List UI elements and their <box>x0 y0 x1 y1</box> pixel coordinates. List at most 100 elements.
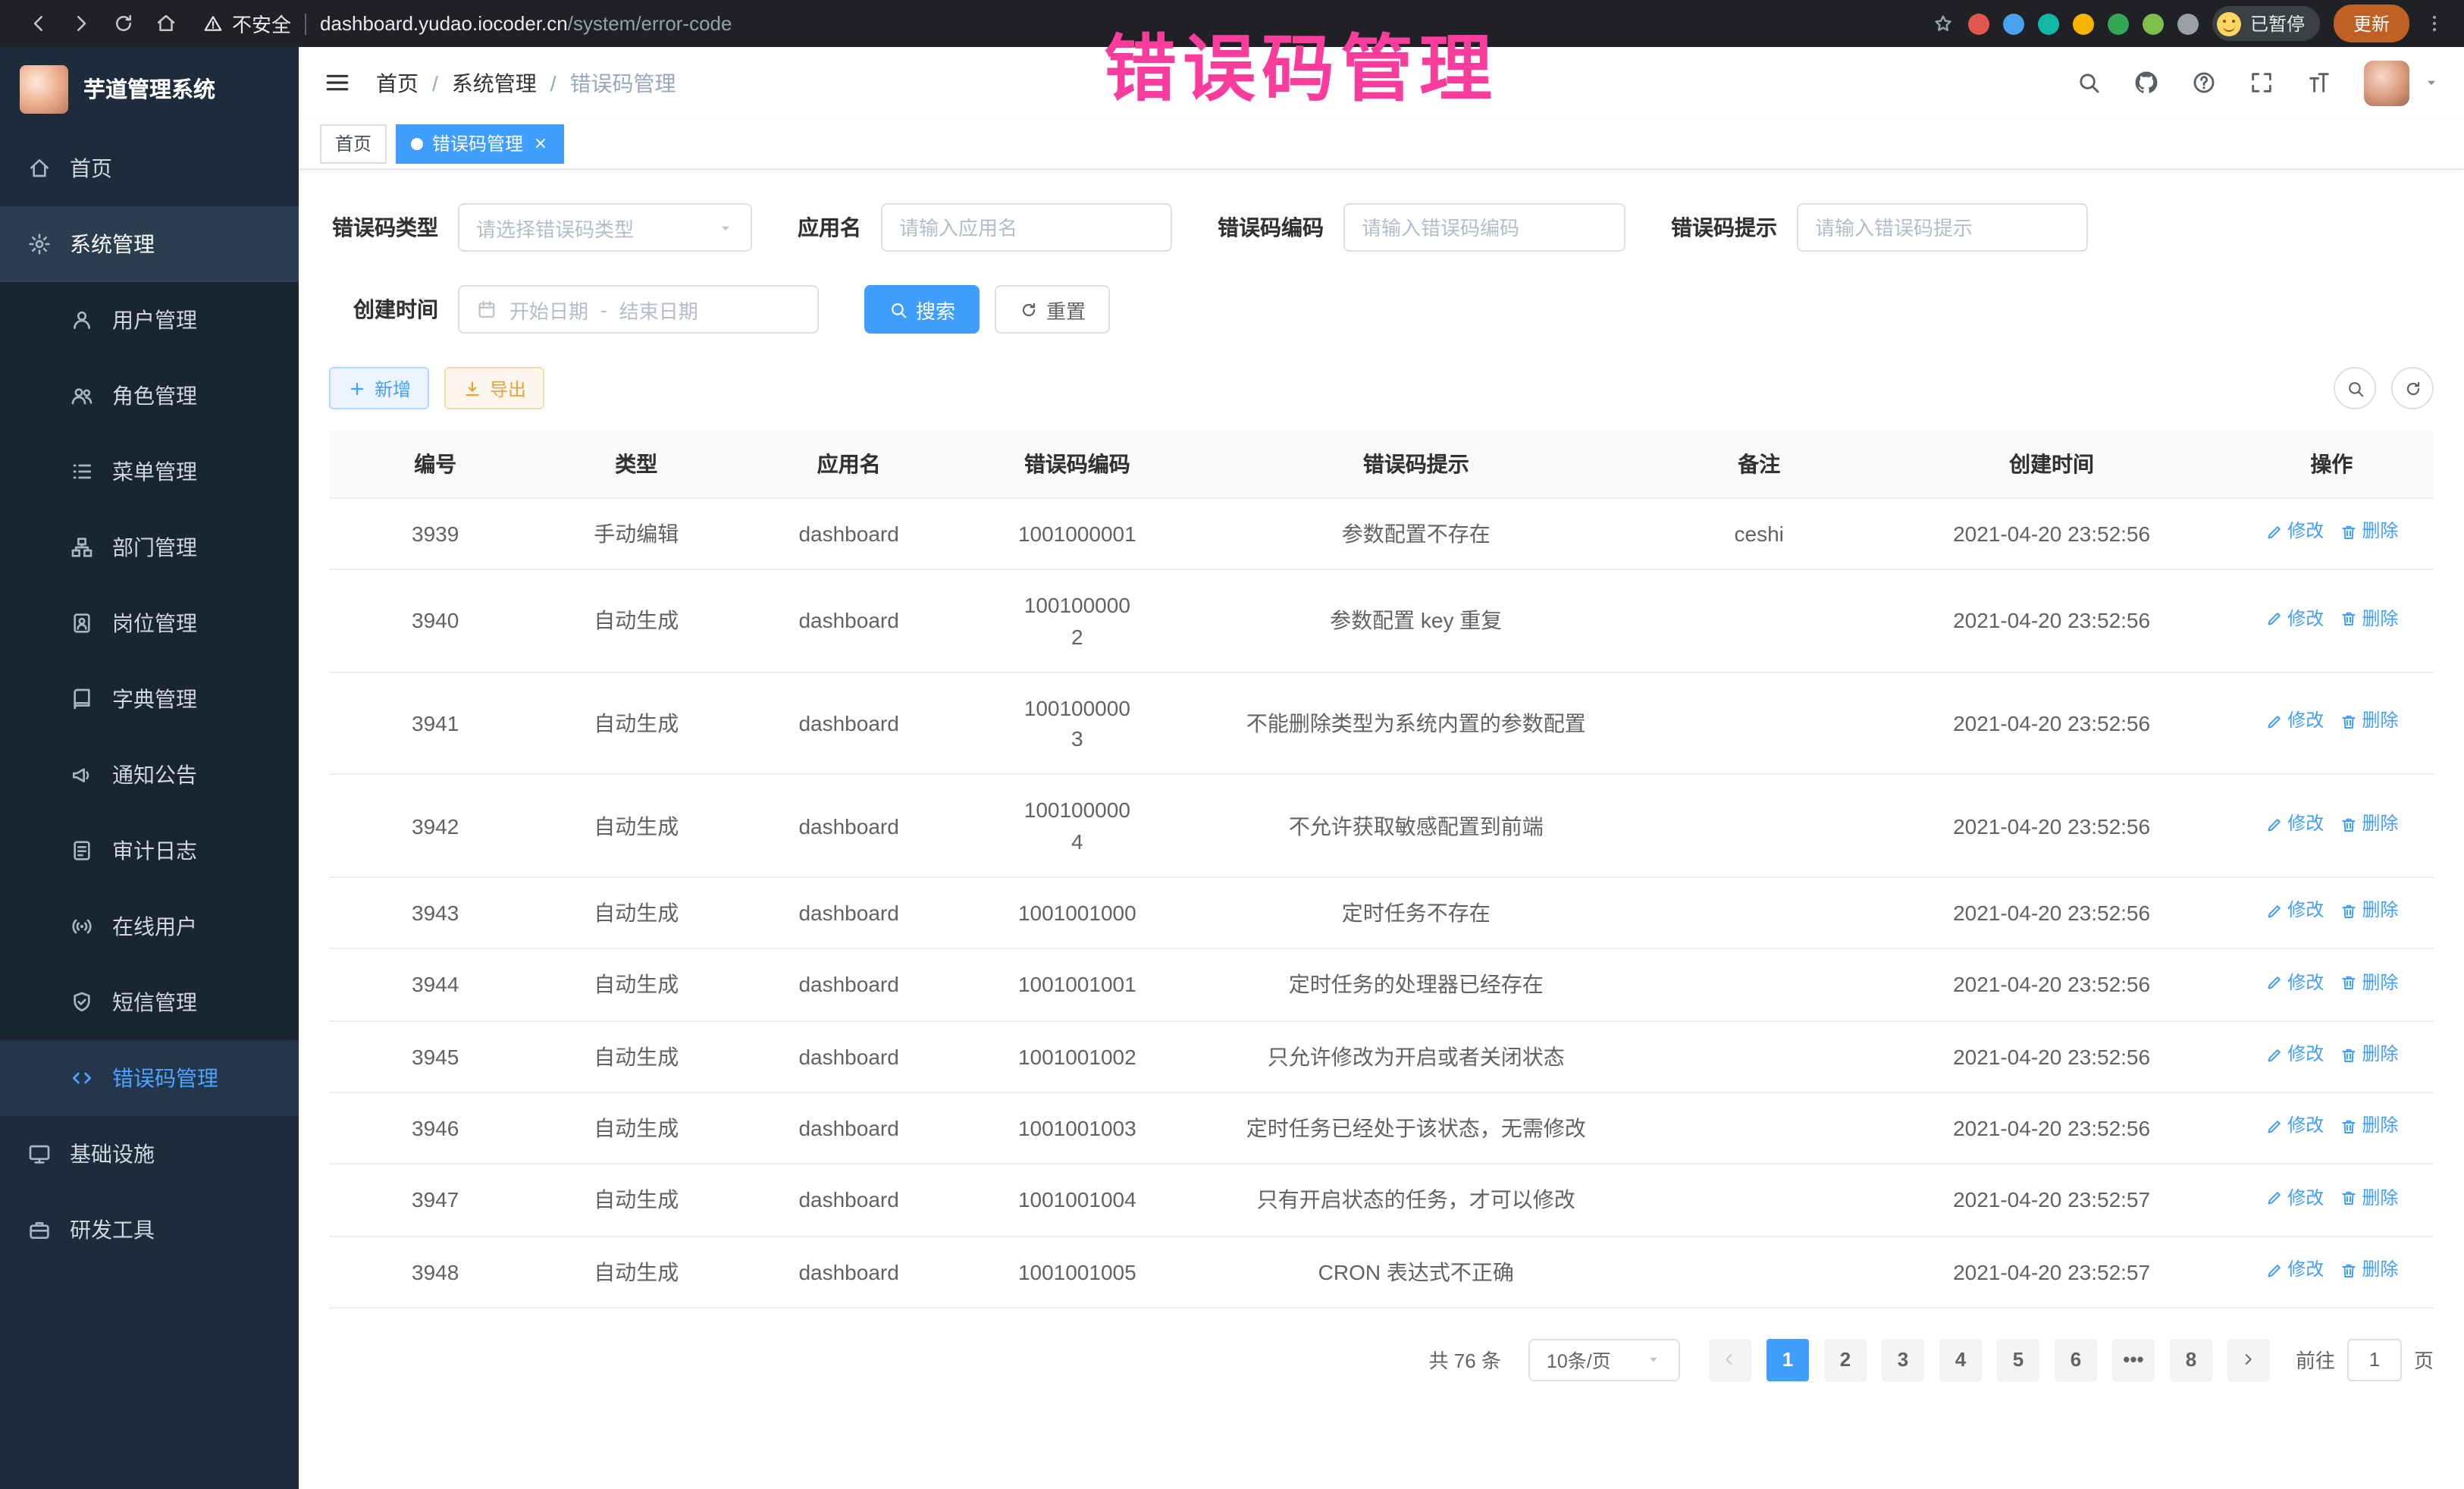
profile-paused-badge[interactable]: 已暂停 <box>2212 6 2320 41</box>
prev-page-button[interactable] <box>1709 1339 1751 1381</box>
sidebar-item-role[interactable]: 角色管理 <box>0 358 299 434</box>
pager-8[interactable]: 8 <box>2170 1339 2212 1381</box>
hint-filter-label: 错误码提示 <box>1671 212 1777 243</box>
error-code-input[interactable] <box>1343 203 1625 252</box>
edit-link[interactable]: 修改 <box>2265 1257 2324 1284</box>
edit-link[interactable]: 修改 <box>2265 898 2324 925</box>
browser-back-icon[interactable] <box>18 4 58 43</box>
menu-label: 岗位管理 <box>112 608 197 638</box>
sidebar-item-user[interactable]: 用户管理 <box>0 282 299 358</box>
add-button[interactable]: 新增 <box>329 367 429 409</box>
sidebar-item-dict[interactable]: 字典管理 <box>0 661 299 737</box>
badge-icon <box>70 611 94 635</box>
tag-error-code[interactable]: 错误码管理 <box>396 124 564 163</box>
browser-forward-icon[interactable] <box>61 4 100 43</box>
edit-link[interactable]: 修改 <box>2265 970 2324 996</box>
delete-link[interactable]: 删除 <box>2339 1185 2398 1212</box>
sidebar-item-error-code[interactable]: 错误码管理 <box>0 1040 299 1116</box>
pager-3[interactable]: 3 <box>1882 1339 1924 1381</box>
pager-4[interactable]: 4 <box>1939 1339 1982 1381</box>
edit-link[interactable]: 修改 <box>2265 811 2324 838</box>
search-icon[interactable] <box>2076 70 2102 96</box>
error-type-select[interactable]: 请选择错误码类型 <box>458 203 752 252</box>
address-bar[interactable]: 不安全 dashboard.yudao.iocoder.cn/system/er… <box>203 9 1914 38</box>
sidebar-item-infra[interactable]: 基础设施 <box>0 1116 299 1192</box>
pager-ellipsis[interactable]: ••• <box>2112 1339 2155 1381</box>
cell-app: dashboard <box>731 1236 967 1308</box>
delete-link[interactable]: 删除 <box>2339 607 2398 633</box>
page-size-select[interactable]: 10条/页 <box>1528 1339 1680 1381</box>
edit-link[interactable]: 修改 <box>2265 519 2324 546</box>
delete-link[interactable]: 删除 <box>2339 1114 2398 1140</box>
create-time-range-input[interactable]: 开始日期 - 结束日期 <box>458 285 819 334</box>
kebab-menu-icon[interactable] <box>2423 12 2446 35</box>
leaf-extension-icon[interactable] <box>2143 13 2164 34</box>
cell-ops: 修改删除 <box>2230 775 2434 877</box>
app-name-input[interactable] <box>881 203 1172 252</box>
user-avatar[interactable] <box>2364 60 2409 105</box>
breadcrumb-home[interactable]: 首页 <box>376 67 419 98</box>
close-icon[interactable] <box>532 135 549 152</box>
search-button[interactable]: 搜索 <box>864 285 980 334</box>
sidebar-item-home[interactable]: 首页 <box>0 130 299 206</box>
drop-extension-icon[interactable] <box>2003 13 2024 34</box>
browser-update-button[interactable]: 更新 <box>2334 5 2409 42</box>
delete-link[interactable]: 删除 <box>2339 1257 2398 1284</box>
delete-link[interactable]: 删除 <box>2339 811 2398 838</box>
cell-app: dashboard <box>731 1020 967 1092</box>
pager-5[interactable]: 5 <box>1997 1339 2039 1381</box>
next-page-button[interactable] <box>2227 1339 2270 1381</box>
fullscreen-icon[interactable] <box>2249 70 2274 96</box>
toggle-search-button[interactable] <box>2334 367 2376 409</box>
delete-link[interactable]: 删除 <box>2339 519 2398 546</box>
pin-extension-icon[interactable] <box>2108 13 2129 34</box>
delete-link[interactable]: 删除 <box>2339 1042 2398 1068</box>
edit-link[interactable]: 修改 <box>2265 709 2324 735</box>
chevron-down-icon[interactable] <box>2423 74 2440 91</box>
error-hint-input[interactable] <box>1797 203 2088 252</box>
sidebar-item-system[interactable]: 系统管理 <box>0 206 299 282</box>
total-count: 共 76 条 <box>1429 1346 1501 1375</box>
sidebar-logo[interactable]: 芋道管理系统 <box>0 47 299 130</box>
edit-link[interactable]: 修改 <box>2265 1114 2324 1140</box>
code-filter-label: 错误码编码 <box>1218 212 1324 243</box>
target-extension-icon[interactable] <box>1968 13 1989 34</box>
sidebar-item-post[interactable]: 岗位管理 <box>0 585 299 661</box>
sidebar-item-dev-tools[interactable]: 研发工具 <box>0 1192 299 1268</box>
delete-link[interactable]: 删除 <box>2339 970 2398 996</box>
delete-link[interactable]: 删除 <box>2339 898 2398 925</box>
sidebar-toggle-icon[interactable] <box>323 68 352 97</box>
pager-6[interactable]: 6 <box>2055 1339 2097 1381</box>
cell-app: dashboard <box>731 498 967 570</box>
breadcrumb-system[interactable]: 系统管理 <box>452 67 537 98</box>
pager-1[interactable]: 1 <box>1766 1339 1809 1381</box>
edit-link[interactable]: 修改 <box>2265 607 2324 633</box>
sidebar-item-sms[interactable]: 短信管理 <box>0 964 299 1040</box>
cell-time: 2021-04-20 23:52:56 <box>1874 775 2230 877</box>
sidebar-item-dept[interactable]: 部门管理 <box>0 509 299 585</box>
edit-link[interactable]: 修改 <box>2265 1042 2324 1068</box>
delete-link[interactable]: 删除 <box>2339 709 2398 735</box>
export-button[interactable]: 导出 <box>444 367 544 409</box>
cell-app: dashboard <box>731 1165 967 1237</box>
edit-link[interactable]: 修改 <box>2265 1185 2324 1212</box>
sidebar-item-menu[interactable]: 菜单管理 <box>0 434 299 509</box>
browser-reload-icon[interactable] <box>103 4 143 43</box>
pager-2[interactable]: 2 <box>1824 1339 1867 1381</box>
goto-page-input[interactable] <box>2347 1339 2402 1381</box>
browser-home-icon[interactable] <box>146 4 185 43</box>
help-icon[interactable] <box>2191 70 2217 96</box>
grid-extension-icon[interactable] <box>2073 13 2094 34</box>
export-button-label: 导出 <box>490 375 526 401</box>
reset-button[interactable]: 重置 <box>995 285 1110 334</box>
tag-home[interactable]: 首页 <box>320 124 387 163</box>
sidebar-item-notice[interactable]: 通知公告 <box>0 737 299 813</box>
bookmark-star-icon[interactable] <box>1932 12 1955 35</box>
github-icon[interactable] <box>2133 70 2159 96</box>
puzzle-extension-icon[interactable] <box>2177 13 2199 34</box>
font-size-icon[interactable] <box>2306 70 2332 96</box>
refresh-table-button[interactable] <box>2391 367 2434 409</box>
sidebar-item-online-user[interactable]: 在线用户 <box>0 889 299 964</box>
sidebar-item-audit-log[interactable]: 审计日志 <box>0 813 299 889</box>
check-extension-icon[interactable] <box>2038 13 2059 34</box>
